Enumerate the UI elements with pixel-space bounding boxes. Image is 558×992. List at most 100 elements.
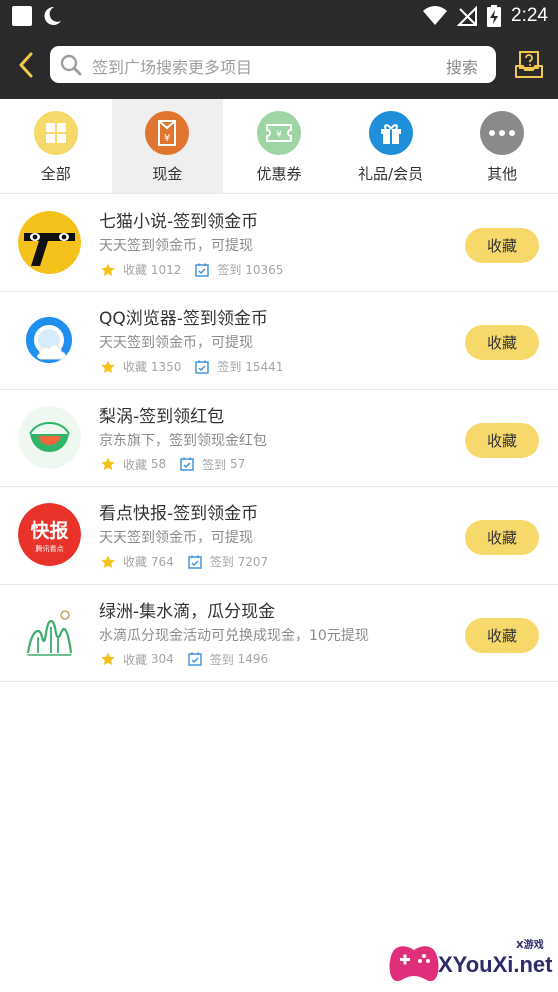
kuaibao-text: 快报 — [30, 519, 68, 542]
search-input[interactable]: 签到广场搜索更多项目 — [92, 54, 252, 78]
qimao-logo — [18, 211, 81, 274]
qq-browser-logo — [18, 308, 81, 372]
sign-label: 签到 — [209, 555, 234, 570]
gamepad-icon — [389, 946, 439, 982]
item-title: 七猫小说-签到领金币 — [99, 212, 259, 232]
fav-count: 58 — [150, 457, 167, 472]
sign-count: 7207 — [237, 554, 269, 569]
battery-charging-icon — [487, 5, 502, 27]
fav-count: 1350 — [150, 359, 182, 374]
fav-label: 收藏 — [123, 263, 148, 277]
fav-count: 1012 — [150, 262, 182, 277]
item-title: QQ浏览器-签到领金币 — [99, 309, 268, 330]
tab-gift-member[interactable]: 礼品/会员 — [335, 99, 447, 193]
yuan-icon: ¥ — [145, 111, 190, 155]
tab-label: 优惠券 — [256, 165, 302, 183]
list-item[interactable]: QQ浏览器-签到领金币 天天签到领金币，可提现 收藏 1350 签到 15441… — [0, 292, 558, 390]
status-time: 2:24 — [511, 5, 548, 26]
star-icon — [101, 555, 115, 568]
tab-label: 礼品/会员 — [358, 165, 424, 183]
list-item[interactable]: 梨涡-签到领红包 京东旗下，签到领现金红包 收藏 58 签到 57 收藏 — [0, 390, 558, 488]
item-description: 天天签到领金币，可提现 — [99, 238, 253, 254]
tab-other[interactable]: 其他 — [446, 99, 558, 193]
collect-button[interactable]: 收藏 — [465, 422, 539, 458]
item-description: 水滴瓜分现金活动可兑换成现金，10元提现 — [99, 627, 369, 644]
search-icon — [60, 54, 82, 76]
back-button[interactable] — [10, 48, 42, 82]
item-stats: 收藏 304 签到 1496 — [101, 651, 268, 668]
item-stats: 收藏 764 签到 7207 — [101, 553, 268, 570]
collect-button[interactable]: 收藏 — [465, 617, 539, 653]
star-icon — [101, 263, 115, 276]
sign-label: 签到 — [202, 457, 227, 472]
notification-icon — [12, 6, 32, 26]
kandian-kuaibao-logo: 快报 腾讯看点 — [18, 503, 81, 567]
list-item[interactable]: 绿洲-集水滴，瓜分现金 水滴瓜分现金活动可兑换成现金，10元提现 收藏 304 … — [0, 585, 558, 682]
sign-count: 1496 — [237, 652, 269, 667]
sign-label: 签到 — [217, 263, 242, 277]
item-description: 京东旗下，签到领现金红包 — [99, 432, 267, 449]
sign-count: 57 — [229, 457, 246, 472]
item-stats: 收藏 58 签到 57 — [101, 456, 245, 473]
star-icon — [101, 652, 115, 666]
star-icon — [101, 360, 115, 373]
search-bar[interactable]: 签到广场搜索更多项目 搜索 — [50, 46, 496, 83]
no-signal-icon — [457, 6, 478, 26]
category-tabs: 全部 ¥ 现金 ¥ 优惠券 礼品/会员 其他 — [0, 99, 558, 194]
sign-label: 签到 — [209, 652, 234, 667]
help-inbox-button[interactable] — [510, 46, 548, 84]
fav-label: 收藏 — [123, 457, 148, 472]
tab-coupon[interactable]: ¥ 优惠券 — [223, 99, 335, 193]
list-item[interactable]: 快报 腾讯看点 看点快报-签到领金币 天天签到领金币，可提现 收藏 764 签到… — [0, 487, 558, 585]
item-stats: 收藏 1012 签到 10365 — [101, 261, 283, 278]
do-not-disturb-moon-icon — [44, 6, 61, 25]
calendar-check-icon — [195, 360, 210, 374]
tab-cash[interactable]: ¥ 现金 — [111, 99, 224, 193]
calendar-check-icon — [188, 555, 202, 569]
project-list: 七猫小说-签到领金币 天天签到领金币，可提现 收藏 1012 签到 10365 … — [0, 195, 558, 682]
item-description: 天天签到领金币，可提现 — [99, 530, 253, 547]
status-bar: 2:24 — [0, 0, 558, 32]
chevron-left-icon — [19, 52, 33, 78]
item-stats: 收藏 1350 签到 15441 — [101, 358, 283, 375]
fav-label: 收藏 — [123, 652, 148, 667]
item-title: 梨涡-签到领红包 — [99, 406, 225, 427]
collect-button[interactable]: 收藏 — [465, 228, 539, 263]
item-description: 天天签到领金币，可提现 — [99, 335, 253, 352]
wifi-icon — [423, 6, 448, 26]
sign-label: 签到 — [217, 360, 242, 375]
item-title: 看点快报-签到领金币 — [99, 504, 259, 525]
more-icon — [480, 111, 525, 155]
list-item[interactable]: 七猫小说-签到领金币 天天签到领金币，可提现 收藏 1012 签到 10365 … — [0, 195, 558, 293]
fav-label: 收藏 — [123, 360, 148, 375]
calendar-check-icon — [195, 263, 210, 277]
collect-button[interactable]: 收藏 — [465, 520, 539, 556]
inbox-question-icon — [515, 51, 543, 78]
oasis-logo — [18, 600, 81, 664]
item-title: 绿洲-集水滴，瓜分现金 — [99, 601, 276, 622]
sign-count: 10365 — [245, 262, 284, 277]
tab-all[interactable]: 全部 — [0, 99, 112, 193]
grid-icon — [33, 111, 78, 155]
svg-text:¥: ¥ — [276, 130, 282, 140]
kuaibao-sub: 腾讯看点 — [36, 544, 64, 553]
collect-button[interactable]: 收藏 — [465, 325, 539, 361]
calendar-check-icon — [180, 457, 194, 471]
search-button[interactable]: 搜索 — [446, 54, 478, 78]
gift-icon — [368, 111, 413, 155]
liwo-logo — [18, 405, 81, 469]
tab-label: 其他 — [487, 165, 518, 183]
tab-label: 现金 — [152, 165, 183, 183]
star-icon — [101, 457, 115, 471]
sign-count: 15441 — [245, 359, 284, 374]
watermark-text: XYouXi.net — [438, 952, 553, 977]
calendar-check-icon — [188, 652, 202, 666]
app-header: 签到广场搜索更多项目 搜索 — [0, 32, 558, 99]
svg-text:¥: ¥ — [164, 133, 170, 144]
tab-label: 全部 — [40, 165, 71, 183]
fav-count: 304 — [150, 652, 174, 667]
watermark-sub: X游戏 — [516, 940, 544, 951]
coupon-icon: ¥ — [256, 111, 301, 155]
fav-count: 764 — [150, 554, 174, 569]
fav-label: 收藏 — [123, 555, 148, 570]
